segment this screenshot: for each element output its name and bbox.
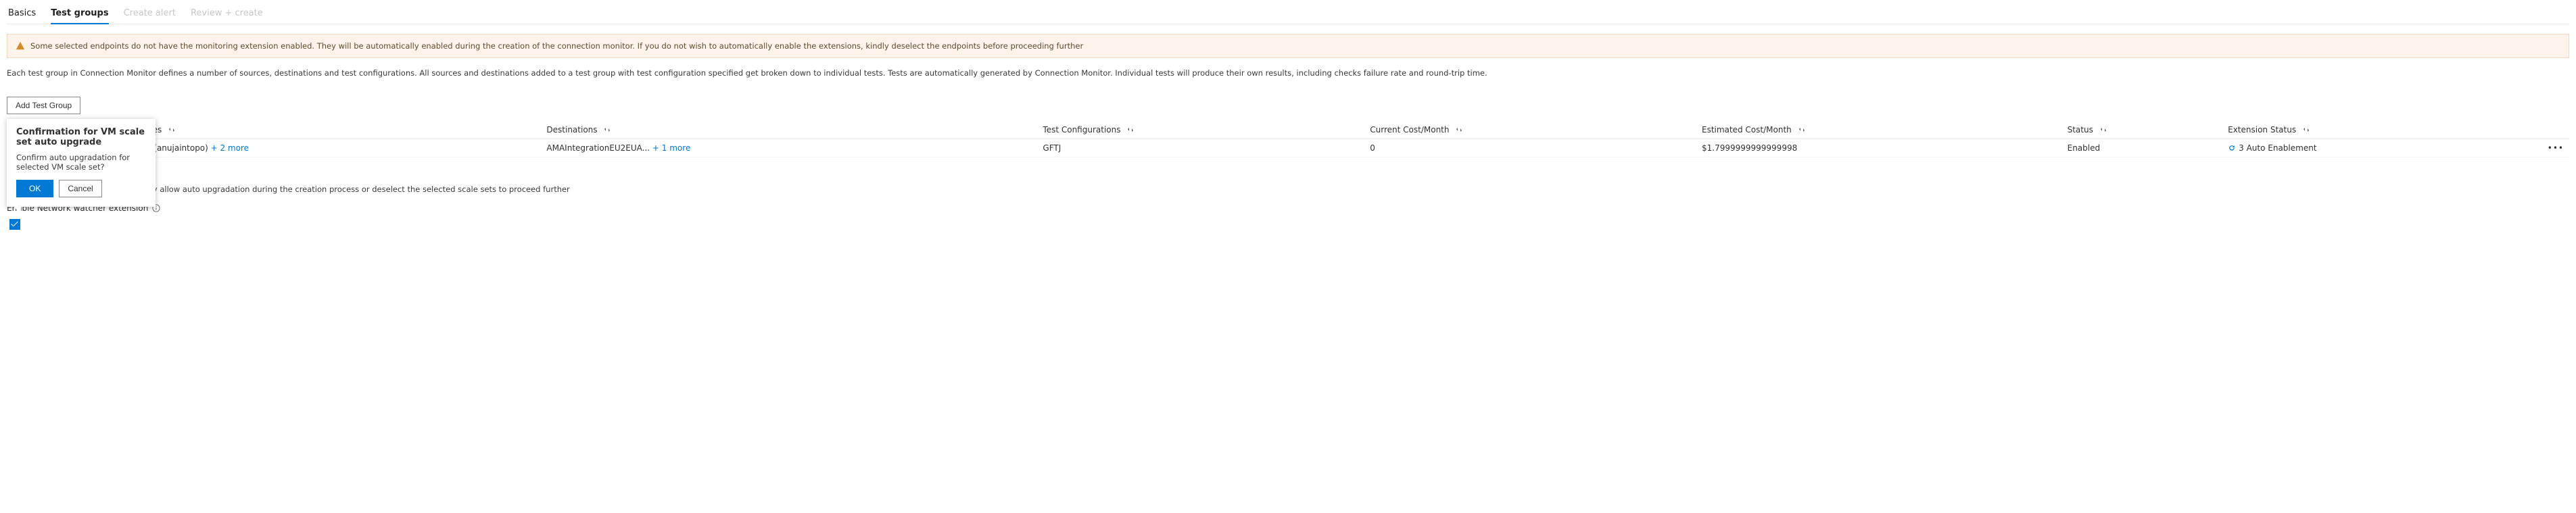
sort-icon (604, 126, 611, 133)
ok-button[interactable]: OK (16, 180, 53, 197)
enable-extension-row: Enable Network watcher extension (7, 203, 2569, 232)
sort-icon (2100, 126, 2107, 133)
banner-message: Some selected endpoints do not have the … (30, 41, 1083, 51)
secondary-warning: Watcher extension enablement. Kindly all… (7, 185, 2569, 194)
col-sources[interactable]: Sources (124, 121, 542, 139)
refresh-icon (2228, 144, 2236, 152)
sort-icon (1456, 126, 1462, 133)
sort-icon (2303, 126, 2310, 133)
table-row[interactable]: SCFAC Vnet1(anujaintopo) + 2 more AMAInt… (7, 139, 2569, 157)
cancel-button[interactable]: Cancel (59, 180, 101, 197)
row-destinations-more-link[interactable]: + 1 more (652, 143, 690, 153)
sort-icon (1798, 126, 1805, 133)
confirmation-dialog: Confirmation for VM scale set auto upgra… (7, 119, 156, 207)
row-destinations-main: AMAIntegrationEU2EUA... (546, 143, 652, 153)
tabs-bar: Basics Test groups Create alert Review +… (7, 4, 2569, 24)
test-groups-table: Name Sources Destinations Test Configura… (7, 121, 2569, 157)
warning-banner: Some selected endpoints do not have the … (7, 34, 2569, 58)
warning-icon (16, 41, 25, 51)
col-test-configurations[interactable]: Test Configurations (1037, 121, 1364, 139)
col-estimated-cost[interactable]: Estimated Cost/Month (1696, 121, 2062, 139)
col-status[interactable]: Status (2062, 121, 2223, 139)
page-description: Each test group in Connection Monitor de… (7, 68, 2569, 79)
row-estimated-cost: $1.7999999999999998 (1702, 143, 1797, 153)
enable-extension-checkbox[interactable] (9, 219, 20, 230)
row-more-actions[interactable]: ••• (2542, 139, 2569, 157)
row-extension-status: 3 Auto Enablement (2239, 143, 2316, 153)
col-current-cost[interactable]: Current Cost/Month (1364, 121, 1696, 139)
row-current-cost: 0 (1370, 143, 1375, 153)
dialog-title: Confirmation for VM scale set auto upgra… (16, 127, 146, 147)
row-test-configs: GFTJ (1043, 143, 1061, 153)
tab-test-groups[interactable]: Test groups (51, 4, 108, 24)
dialog-body: Confirm auto upgradation for selected VM… (16, 153, 146, 172)
row-status: Enabled (2068, 143, 2101, 153)
tab-basics[interactable]: Basics (8, 4, 36, 24)
col-destinations[interactable]: Destinations (541, 121, 1037, 139)
add-test-group-button[interactable]: Add Test Group (7, 97, 80, 114)
tab-create-alert: Create alert (124, 4, 176, 24)
sort-icon (168, 126, 175, 133)
tab-review-create: Review + create (191, 4, 263, 24)
sort-icon (1127, 126, 1134, 133)
col-extension-status[interactable]: Extension Status (2222, 121, 2542, 139)
row-sources-more-link[interactable]: + 2 more (211, 143, 249, 153)
